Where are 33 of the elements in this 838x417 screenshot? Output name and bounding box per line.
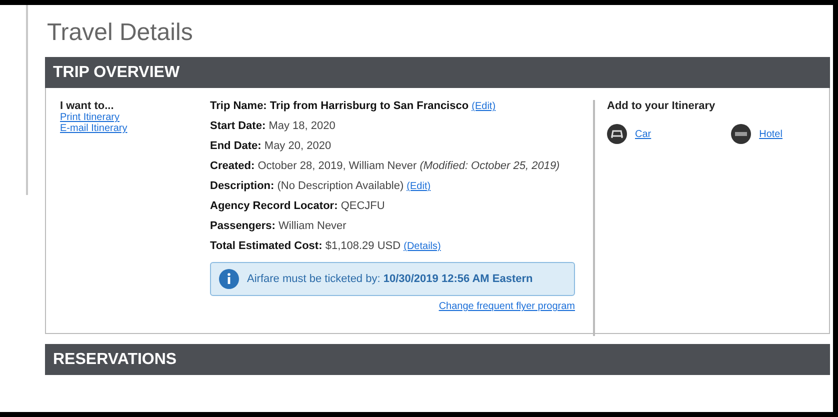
field-label: End Date: — [210, 140, 262, 152]
bed-icon — [731, 124, 752, 144]
action-link[interactable]: E-mail Itinerary — [60, 123, 210, 134]
field-value: (No Description Available) — [277, 180, 404, 192]
field-value: QECJFU — [340, 200, 385, 212]
field-value: May 20, 2020 — [264, 140, 332, 152]
info-icon — [219, 269, 239, 289]
field-label: Start Date: — [210, 120, 266, 132]
field-label: Created: — [210, 160, 255, 172]
field-label: Trip Name: — [210, 100, 267, 112]
field-label: Total Estimated Cost: — [210, 240, 322, 252]
field-label: Agency Record Locator: — [210, 200, 338, 212]
field-value: William Never — [278, 220, 346, 232]
frequent-flyer-link[interactable]: Change frequent flyer program — [438, 301, 575, 312]
field-value: Trip from Harrisburg to San Francisco — [270, 100, 469, 112]
field-value: October 28, 2019, William Never (Modified: October 25, 2019) — [258, 160, 560, 172]
add-heading: Add to your Itinerary — [607, 100, 716, 112]
action-link[interactable]: Print Itinerary — [60, 112, 210, 123]
page-title: Travel Details — [47, 19, 194, 47]
car-icon — [607, 124, 627, 144]
field-link[interactable]: (Edit) — [406, 181, 431, 192]
section-header: TRIP OVERVIEW — [45, 57, 830, 88]
field-value: $1,108.29 USD — [325, 240, 401, 252]
field-label: Passengers: — [210, 220, 276, 232]
notice-text: Airfare must be ticketed by: 10/30/2019 12:56 AM Eastern — [247, 273, 533, 285]
field-link[interactable]: (Details) — [404, 241, 441, 252]
section-header: RESERVATIONS — [45, 344, 830, 375]
add-link[interactable]: Hotel — [759, 128, 782, 140]
field-link[interactable]: (Edit) — [472, 101, 496, 112]
field-label: Description: — [210, 180, 274, 192]
actions-heading: I want to... — [60, 100, 115, 112]
field-value: May 18, 2020 — [268, 120, 336, 132]
add-link[interactable]: Car — [635, 128, 652, 140]
